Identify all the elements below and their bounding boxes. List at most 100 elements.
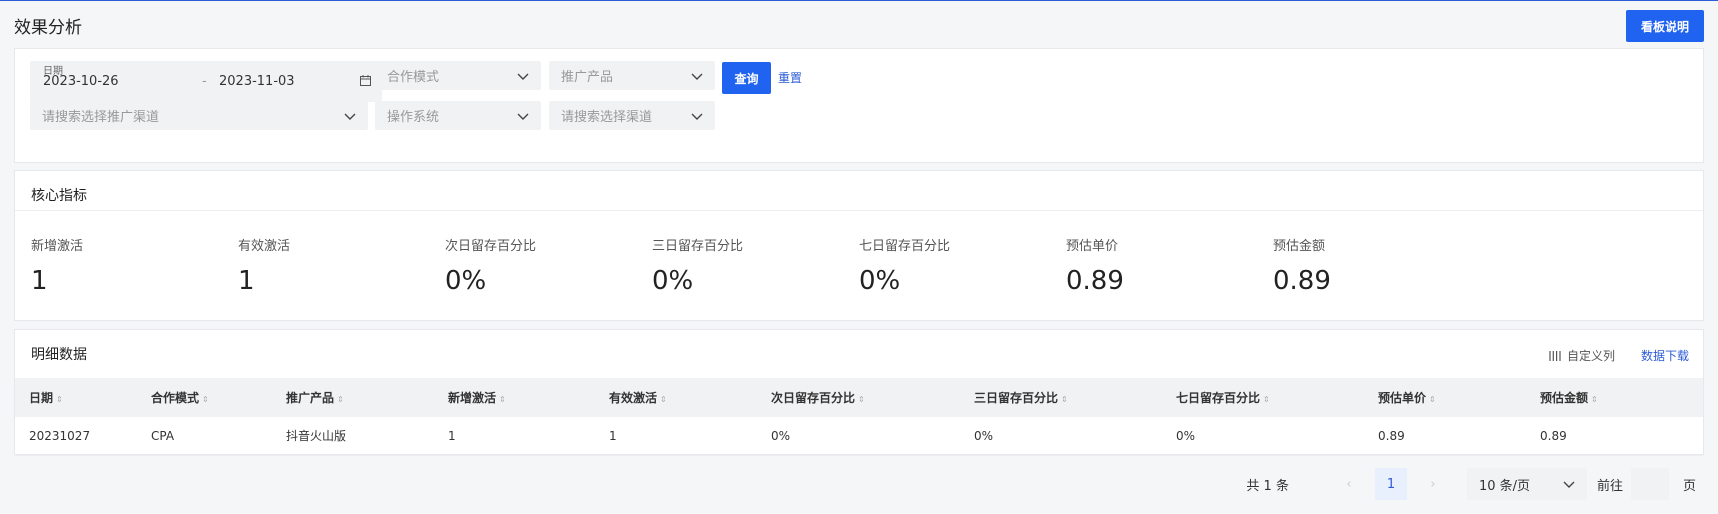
table-row: 20231027 CPA 抖音火山版 1 1 0% 0% 0% 0.89 0.8… <box>15 417 1703 456</box>
column-header[interactable]: 合作模式 ⇕ <box>137 378 272 417</box>
metric-label: 预估金额 <box>1273 239 1326 254</box>
product-placeholder: 推广产品 <box>561 70 614 85</box>
table-cell: CPA <box>137 417 272 456</box>
sort-icon: ⇕ <box>1263 395 1270 404</box>
table-cell: 1 <box>434 417 595 456</box>
os-select[interactable]: 操作系统 <box>375 101 541 130</box>
sort-icon: ⇕ <box>337 395 344 404</box>
date-start-input[interactable]: 2023-10-26 <box>43 74 119 89</box>
chevron-down-icon <box>691 73 703 80</box>
metric-label: 次日留存百分比 <box>445 239 537 254</box>
reset-link[interactable]: 重置 <box>778 69 802 86</box>
metric-value: 1 <box>238 266 255 296</box>
metric-valid-activation: 有效激活 1 <box>238 235 438 296</box>
date-end-input[interactable]: 2023-11-03 <box>219 74 295 89</box>
metric-3day-retention: 三日留存百分比 0% <box>652 235 852 296</box>
metric-label: 有效激活 <box>238 239 291 254</box>
sort-icon: ⇕ <box>1429 395 1436 404</box>
chevron-down-icon <box>344 113 356 120</box>
detail-actions: 自定义列 数据下载 <box>1549 347 1689 364</box>
table-cell: 1 <box>595 417 757 456</box>
metric-est-unit-price: 预估单价 0.89 <box>1066 235 1266 296</box>
sort-icon: ⇕ <box>1591 395 1598 404</box>
sort-icon: ⇕ <box>1061 395 1068 404</box>
coop-mode-placeholder: 合作模式 <box>387 70 440 85</box>
chevron-down-icon <box>691 113 703 120</box>
custom-columns-button[interactable]: 自定义列 <box>1549 347 1615 364</box>
column-header[interactable]: 七日留存百分比 ⇕ <box>1162 378 1364 417</box>
product-select[interactable]: 推广产品 <box>549 61 715 90</box>
table-cell: 20231027 <box>15 417 137 456</box>
sort-icon: ⇕ <box>56 395 63 404</box>
column-header[interactable]: 预估单价 ⇕ <box>1364 378 1526 417</box>
metric-value: 0.89 <box>1066 266 1124 296</box>
pagination: 共 1 条 ‹ 1 › 10 条/页 前往 页 <box>1246 468 1696 500</box>
calendar-icon <box>360 75 371 86</box>
page-suffix-label: 页 <box>1682 478 1696 494</box>
metric-value: 0.89 <box>1273 266 1331 296</box>
column-header[interactable]: 三日留存百分比 ⇕ <box>960 378 1162 417</box>
sort-icon: ⇕ <box>858 395 865 404</box>
metric-value: 1 <box>31 266 48 296</box>
page-title: 效果分析 <box>14 18 82 38</box>
chevron-down-icon <box>1563 481 1575 488</box>
custom-columns-label: 自定义列 <box>1566 349 1615 363</box>
page-size-value: 10 条/页 <box>1478 478 1531 494</box>
metric-est-amount: 预估金额 0.89 <box>1273 235 1473 296</box>
metric-value: 0% <box>445 266 487 296</box>
sort-icon: ⇕ <box>499 395 506 404</box>
metric-next-day-retention: 次日留存百分比 0% <box>445 235 645 296</box>
date-range-picker[interactable]: 日期 2023-10-26 - 2023-11-03 <box>30 61 382 102</box>
columns-icon <box>1549 350 1561 361</box>
subchannel-placeholder: 请搜索选择渠道 <box>561 110 653 125</box>
metric-label: 预估单价 <box>1066 239 1119 254</box>
goto-label: 前往 <box>1596 478 1623 494</box>
column-header[interactable]: 日期 ⇕ <box>15 378 137 417</box>
chevron-down-icon <box>517 113 529 120</box>
table-cell: 0% <box>1162 417 1364 456</box>
data-download-link[interactable]: 数据下载 <box>1641 347 1689 364</box>
metric-label: 三日留存百分比 <box>652 239 744 254</box>
table-cell: 抖音火山版 <box>272 417 434 456</box>
metric-label: 七日留存百分比 <box>859 239 951 254</box>
filter-panel: 日期 2023-10-26 - 2023-11-03 合作模式 推广产品 查询 … <box>14 48 1704 163</box>
channel-search-select[interactable]: 请搜索选择推广渠道 <box>30 101 368 130</box>
board-help-button[interactable]: 看板说明 <box>1626 10 1704 42</box>
subchannel-select[interactable]: 请搜索选择渠道 <box>549 101 715 130</box>
channel-search-placeholder: 请搜索选择推广渠道 <box>42 110 160 125</box>
table-cell: 0% <box>960 417 1162 456</box>
metric-value: 0% <box>859 266 901 296</box>
table-cell: 0.89 <box>1526 417 1703 456</box>
chevron-down-icon <box>517 73 529 80</box>
os-placeholder: 操作系统 <box>387 110 440 125</box>
date-separator: - <box>202 74 207 89</box>
goto-page-input[interactable] <box>1630 468 1669 500</box>
detail-data-panel: 明细数据 自定义列 数据下载 日期 ⇕ 合作模式 ⇕ 推广产品 ⇕ 新增激活 ⇕ 有效激… <box>14 329 1704 456</box>
metric-7day-retention: 七日留存百分比 0% <box>859 235 1059 296</box>
pagination-total: 共 1 条 <box>1246 478 1289 494</box>
page-size-select[interactable]: 10 条/页 <box>1466 468 1587 500</box>
metric-value: 0% <box>652 266 694 296</box>
metric-new-activation: 新增激活 1 <box>31 235 231 296</box>
metric-label: 新增激活 <box>31 239 84 254</box>
column-header[interactable]: 推广产品 ⇕ <box>272 378 434 417</box>
page-number-current[interactable]: 1 <box>1374 468 1407 500</box>
next-page-button[interactable]: › <box>1417 477 1449 492</box>
column-header[interactable]: 次日留存百分比 ⇕ <box>757 378 960 417</box>
sort-icon: ⇕ <box>202 395 209 404</box>
section-title-metrics: 核心指标 <box>31 188 87 204</box>
query-button[interactable]: 查询 <box>722 62 771 94</box>
coop-mode-select[interactable]: 合作模式 <box>375 61 541 90</box>
table-header-row: 日期 ⇕ 合作模式 ⇕ 推广产品 ⇕ 新增激活 ⇕ 有效激活 ⇕ 次日留存百分比 ⇕ 三日留… <box>15 378 1703 417</box>
table-cell: 0.89 <box>1364 417 1526 456</box>
detail-table: 日期 ⇕ 合作模式 ⇕ 推广产品 ⇕ 新增激活 ⇕ 有效激活 ⇕ 次日留存百分比 ⇕ 三日留… <box>15 378 1703 456</box>
column-header[interactable]: 预估金额 ⇕ <box>1526 378 1703 417</box>
core-metrics-panel: 核心指标 新增激活 1 有效激活 1 次日留存百分比 0% 三日留存百分比 0%… <box>14 170 1704 321</box>
prev-page-button[interactable]: ‹ <box>1333 477 1365 492</box>
column-header[interactable]: 新增激活 ⇕ <box>434 378 595 417</box>
column-header[interactable]: 有效激活 ⇕ <box>595 378 757 417</box>
divider <box>15 210 1703 211</box>
section-title-detail: 明细数据 <box>31 347 87 363</box>
table-cell: 0% <box>757 417 960 456</box>
sort-icon: ⇕ <box>660 395 667 404</box>
